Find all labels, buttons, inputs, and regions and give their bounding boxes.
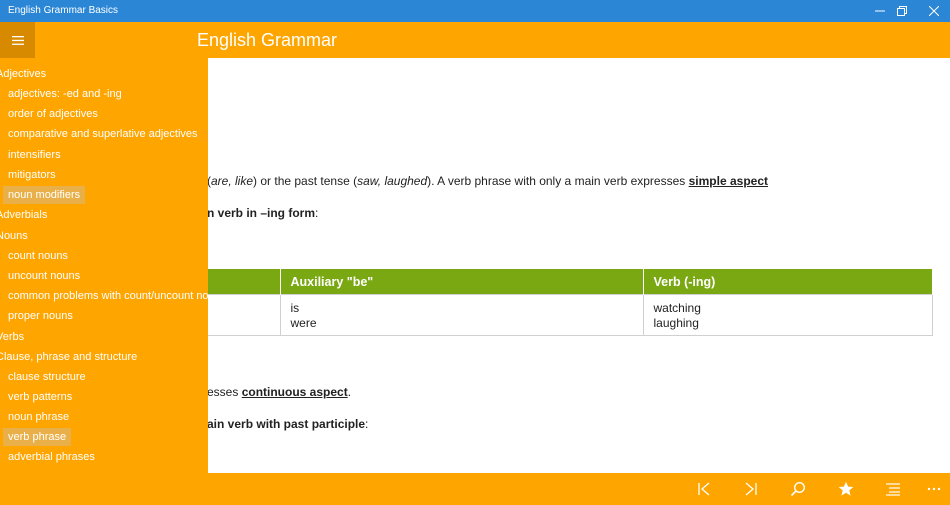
sidebar-item-verb-patterns[interactable]: verb patterns bbox=[8, 391, 72, 403]
last-page-button[interactable] bbox=[736, 473, 766, 505]
close-icon bbox=[929, 6, 939, 16]
sidebar-item-verb-phrase[interactable]: verb phrase bbox=[3, 428, 72, 446]
favorite-button[interactable] bbox=[831, 473, 861, 505]
sidebar-item-nouns[interactable]: Nouns bbox=[0, 230, 28, 242]
first-page-button[interactable] bbox=[689, 473, 719, 505]
window-title: English Grammar Basics bbox=[8, 5, 119, 16]
skip-end-icon bbox=[745, 482, 757, 496]
text-bold: n verb in –ing form bbox=[207, 206, 316, 220]
text: : bbox=[365, 417, 369, 431]
text: : bbox=[315, 206, 319, 220]
table-header-row: Auxiliary "be" Verb (-ing) bbox=[170, 269, 933, 295]
sidebar-item-verbs[interactable]: Verbs bbox=[0, 331, 24, 343]
skip-start-icon bbox=[698, 482, 710, 496]
restore-button[interactable] bbox=[884, 0, 920, 22]
paragraph-ing-form: n verb in –ing form: bbox=[207, 206, 318, 220]
paragraph-simple-aspect: (are, like) or the past tense (saw, laug… bbox=[207, 174, 768, 188]
menu-button[interactable] bbox=[0, 22, 35, 58]
link-continuous-aspect[interactable]: continuous aspect bbox=[242, 385, 348, 399]
paragraph-continuous-aspect: esses continuous aspect. bbox=[207, 385, 351, 399]
cell-text: is bbox=[290, 301, 300, 315]
sidebar-item-order-of-adjectives[interactable]: order of adjectives bbox=[8, 108, 98, 120]
contents-button[interactable] bbox=[878, 473, 908, 505]
close-button[interactable] bbox=[916, 0, 950, 22]
sidebar-item-comparative-superlative[interactable]: comparative and superlative adjectives bbox=[8, 128, 198, 140]
cell-text: were bbox=[290, 316, 317, 330]
table-row: is were watching laughing bbox=[170, 294, 933, 336]
verb-table: Auxiliary "be" Verb (-ing) is were watchi… bbox=[170, 269, 933, 336]
sidebar-item-adverbial-phrases[interactable]: adverbial phrases bbox=[8, 451, 95, 463]
sidebar-item-proper-nouns[interactable]: proper nouns bbox=[8, 310, 73, 322]
window-titlebar: English Grammar Basics bbox=[0, 0, 950, 22]
text: . bbox=[347, 385, 352, 399]
sidebar-item-clause-structure[interactable]: clause structure bbox=[8, 371, 86, 383]
more-button[interactable] bbox=[919, 473, 949, 505]
restore-icon bbox=[897, 6, 907, 16]
table-header: Verb (-ing) bbox=[643, 269, 933, 295]
sidebar-item-clause-phrase-structure[interactable]: Clause, phrase and structure bbox=[0, 351, 137, 363]
star-icon bbox=[838, 481, 854, 496]
text: esses bbox=[207, 385, 242, 399]
sidebar-item-noun-phrase[interactable]: noun phrase bbox=[8, 411, 69, 423]
sidebar-item-adjectives[interactable]: Adjectives bbox=[0, 68, 46, 80]
sidebar-item-intensifiers[interactable]: intensifiers bbox=[8, 149, 61, 161]
sidebar-item-noun-modifiers[interactable]: noun modifiers bbox=[3, 186, 86, 204]
search-button[interactable] bbox=[783, 473, 813, 505]
hamburger-icon bbox=[11, 35, 24, 45]
page-title: English Grammar bbox=[197, 30, 338, 50]
text-italic: saw, laughed bbox=[357, 174, 428, 188]
text: ). A verb phrase with only a main verb e… bbox=[427, 174, 689, 188]
more-icon bbox=[927, 487, 941, 491]
sidebar-item-adjectives-ed-ing[interactable]: adjectives: -ed and -ing bbox=[8, 88, 122, 100]
sidebar-item-count-nouns[interactable]: count nouns bbox=[8, 250, 68, 262]
sidebar-nav: Adjectives adjectives: -ed and -ing orde… bbox=[0, 58, 208, 473]
toc-icon bbox=[886, 483, 900, 496]
text-bold: ain verb with past participle bbox=[207, 417, 366, 431]
cell-text: watching bbox=[653, 301, 701, 315]
sidebar-item-count-uncount-problems[interactable]: common problems with count/uncount nouns bbox=[8, 290, 208, 302]
table-cell: is were bbox=[279, 294, 644, 336]
text-italic: are, like bbox=[211, 174, 254, 188]
search-icon bbox=[790, 481, 806, 497]
paragraph-past-participle: ain verb with past participle: bbox=[207, 417, 368, 431]
table-header: Auxiliary "be" bbox=[280, 269, 644, 295]
app-header: English Grammar bbox=[0, 22, 950, 58]
sidebar-item-uncount-nouns[interactable]: uncount nouns bbox=[8, 270, 80, 282]
text: ) or the past tense ( bbox=[253, 174, 358, 188]
bottom-app-bar bbox=[0, 473, 950, 505]
link-simple-aspect[interactable]: simple aspect bbox=[689, 174, 768, 188]
cell-text: laughing bbox=[653, 316, 699, 330]
table-cell: watching laughing bbox=[642, 294, 933, 336]
sidebar-item-adverbials[interactable]: Adverbials bbox=[0, 209, 47, 221]
sidebar-item-mitigators[interactable]: mitigators bbox=[8, 169, 56, 181]
